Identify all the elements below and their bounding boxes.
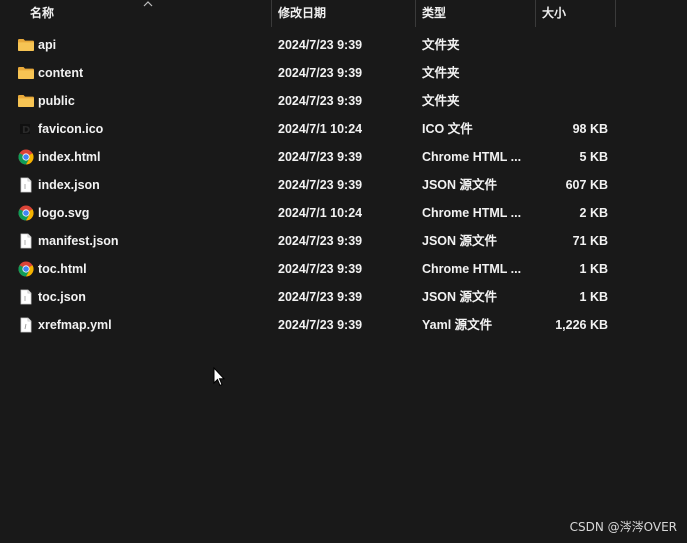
file-type: ICO 文件 xyxy=(422,122,473,136)
file-row[interactable]: xrefmap.yml 2024/7/23 9:39 Yaml 源文件 1,226 K… xyxy=(0,311,687,339)
column-header-type[interactable]: 类型 xyxy=(416,0,535,27)
chrome-icon xyxy=(17,255,35,283)
file-name[interactable]: toc.html xyxy=(38,255,268,283)
file-type: JSON 源文件 xyxy=(422,234,498,248)
file-type: 文件夹 xyxy=(422,94,460,108)
watermark: CSDN @涔涔OVER xyxy=(569,520,677,534)
document-icon xyxy=(17,227,35,255)
file-row[interactable]: index.json 2024/7/23 9:39 JSON 源文件 607 KB xyxy=(0,171,687,199)
file-size xyxy=(540,87,608,115)
document-icon xyxy=(17,283,35,311)
file-name[interactable]: content xyxy=(38,59,268,87)
file-modified-date: 2024/7/1 10:24 xyxy=(278,206,363,220)
svg-text:D: D xyxy=(22,125,30,136)
mouse-cursor-icon xyxy=(213,367,225,387)
file-name[interactable]: favicon.ico xyxy=(38,115,268,143)
file-size xyxy=(540,59,608,87)
file-name[interactable]: xrefmap.yml xyxy=(38,311,268,339)
folder-icon xyxy=(17,87,35,115)
file-row[interactable]: content 2024/7/23 9:39 文件夹 xyxy=(0,59,687,87)
file-type: JSON 源文件 xyxy=(422,290,498,304)
file-type: Chrome HTML ... xyxy=(422,206,522,220)
file-row[interactable]: api 2024/7/23 9:39 文件夹 xyxy=(0,31,687,59)
file-modified-date: 2024/7/23 9:39 xyxy=(278,178,363,192)
file-type: Chrome HTML ... xyxy=(422,150,522,164)
file-type: Chrome HTML ... xyxy=(422,262,522,276)
column-header-bar: 名称 修改日期 类型 大小 xyxy=(0,0,687,27)
file-name[interactable]: logo.svg xyxy=(38,199,268,227)
file-row[interactable]: toc.json 2024/7/23 9:39 JSON 源文件 1 KB xyxy=(0,283,687,311)
file-modified-date: 2024/7/23 9:39 xyxy=(278,234,363,248)
file-list: api 2024/7/23 9:39 文件夹 content 2024/7/23 9:3… xyxy=(0,31,687,339)
file-type: JSON 源文件 xyxy=(422,178,498,192)
file-name[interactable]: toc.json xyxy=(38,283,268,311)
file-row[interactable]: Dfavicon.ico 2024/7/1 10:24 ICO 文件 98 KB xyxy=(0,115,687,143)
file-modified-date: 2024/7/23 9:39 xyxy=(278,318,363,332)
chrome-icon xyxy=(17,143,35,171)
file-size: 1 KB xyxy=(579,290,608,304)
column-header-size[interactable]: 大小 xyxy=(536,0,615,27)
file-size: 5 KB xyxy=(579,150,608,164)
file-name[interactable]: public xyxy=(38,87,268,115)
column-header-name[interactable]: 名称 xyxy=(24,0,271,27)
file-modified-date: 2024/7/1 10:24 xyxy=(278,122,363,136)
file-modified-date: 2024/7/23 9:39 xyxy=(278,262,363,276)
file-explorer: 名称 修改日期 类型 大小 api 2024/7/23 9:39 文件夹 conten… xyxy=(0,0,687,543)
column-divider[interactable] xyxy=(615,0,616,27)
file-modified-date: 2024/7/23 9:39 xyxy=(278,66,363,80)
file-name[interactable]: index.json xyxy=(38,171,268,199)
file-size: 1 KB xyxy=(579,262,608,276)
ico-file-icon: D xyxy=(17,115,35,143)
file-modified-date: 2024/7/23 9:39 xyxy=(278,290,363,304)
document-icon xyxy=(17,171,35,199)
file-modified-date: 2024/7/23 9:39 xyxy=(278,150,363,164)
folder-icon xyxy=(17,59,35,87)
file-size: 1,226 KB xyxy=(555,318,608,332)
file-modified-date: 2024/7/23 9:39 xyxy=(278,94,363,108)
file-row[interactable]: index.html 2024/7/23 9:39 Chrome HTML ... 5… xyxy=(0,143,687,171)
file-name[interactable]: manifest.json xyxy=(38,227,268,255)
file-name[interactable]: index.html xyxy=(38,143,268,171)
file-size: 98 KB xyxy=(572,122,608,136)
file-row[interactable]: toc.html 2024/7/23 9:39 Chrome HTML ... 1 K… xyxy=(0,255,687,283)
file-type: Yaml 源文件 xyxy=(422,318,493,332)
file-size: 607 KB xyxy=(565,178,608,192)
file-row[interactable]: public 2024/7/23 9:39 文件夹 xyxy=(0,87,687,115)
file-modified-date: 2024/7/23 9:39 xyxy=(278,38,363,52)
file-type: 文件夹 xyxy=(422,66,460,80)
file-size: 2 KB xyxy=(579,206,608,220)
folder-icon xyxy=(17,31,35,59)
chrome-icon xyxy=(17,199,35,227)
file-row[interactable]: manifest.json 2024/7/23 9:39 JSON 源文件 71 KB xyxy=(0,227,687,255)
file-size xyxy=(540,31,608,59)
file-row[interactable]: logo.svg 2024/7/1 10:24 Chrome HTML ... 2 K… xyxy=(0,199,687,227)
file-size: 71 KB xyxy=(572,234,608,248)
file-type: 文件夹 xyxy=(422,38,460,52)
file-name[interactable]: api xyxy=(38,31,268,59)
column-header-date[interactable]: 修改日期 xyxy=(272,0,415,27)
yaml-file-icon xyxy=(17,311,35,339)
